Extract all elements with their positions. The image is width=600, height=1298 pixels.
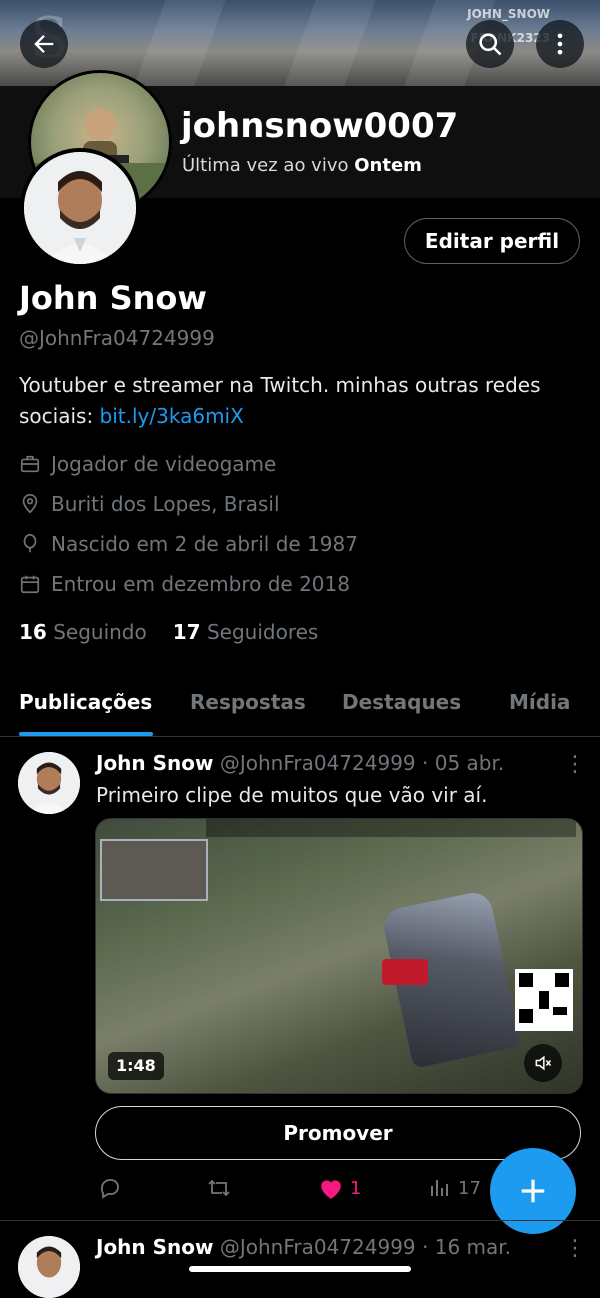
post-more-icon[interactable]: ⋮ — [564, 1236, 586, 1261]
like-count: 1 — [350, 1177, 362, 1199]
more-vertical-icon — [557, 33, 563, 55]
views-button[interactable]: 17 — [428, 1176, 481, 1200]
balloon-icon — [23, 534, 37, 553]
heart-filled-icon — [321, 1180, 341, 1199]
mute-button[interactable] — [524, 1044, 562, 1082]
bio-link[interactable]: bit.ly/3ka6miX — [100, 404, 244, 428]
active-tab-indicator — [19, 732, 153, 736]
back-button[interactable] — [20, 20, 68, 68]
promote-button[interactable]: Promover — [95, 1106, 581, 1160]
view-count: 17 — [458, 1177, 481, 1199]
video-weapon-light — [382, 959, 428, 985]
profile-join-date: Entrou em dezembro de 2018 — [19, 572, 350, 596]
post-avatar[interactable] — [18, 1236, 80, 1298]
arrow-left-icon — [34, 35, 54, 53]
location-pin-icon — [22, 494, 38, 514]
video-webcam-overlay — [100, 839, 208, 901]
post-header[interactable]: John Snow @JohnFra04724999 · 16 mar. — [96, 1235, 511, 1259]
post-more-icon[interactable]: ⋮ — [564, 752, 586, 777]
post-header[interactable]: John Snow @JohnFra04724999 · 05 abr. — [96, 751, 504, 775]
user-handle: @JohnFra04724999 — [19, 326, 215, 350]
post-video[interactable] — [95, 818, 583, 1094]
banner-art — [134, 0, 226, 86]
tab-publicacoes[interactable]: Publicações — [19, 690, 152, 714]
edit-profile-button[interactable]: Editar perfil — [404, 218, 580, 264]
reply-icon — [100, 1179, 119, 1199]
repost-icon — [208, 1179, 230, 1197]
like-button[interactable]: 1 — [318, 1176, 361, 1200]
tab-respostas[interactable]: Respostas — [190, 690, 306, 714]
header-username: johnsnow0007 — [181, 106, 459, 146]
home-indicator[interactable] — [189, 1266, 411, 1272]
profile-birthdate: Nascido em 2 de abril de 1987 — [19, 532, 358, 556]
avatar-face-art — [18, 1236, 80, 1298]
video-qr-code — [515, 969, 573, 1031]
video-game-hud — [206, 819, 576, 837]
post-divider — [0, 1220, 600, 1221]
follow-stats: 16 Seguindo 17 Seguidores — [19, 620, 318, 644]
following-link[interactable]: 16 Seguindo — [19, 620, 147, 644]
profile-avatar[interactable] — [20, 148, 140, 268]
speaker-muted-icon — [535, 1055, 552, 1071]
post-text: Primeiro clipe de muitos que vão vir aí. — [96, 783, 488, 807]
briefcase-icon — [20, 455, 40, 473]
bar-chart-icon — [431, 1180, 448, 1196]
display-name: John Snow — [19, 279, 207, 317]
repost-button[interactable] — [206, 1176, 232, 1200]
plus-icon — [521, 1179, 545, 1203]
compose-fab[interactable] — [490, 1148, 576, 1234]
calendar-icon — [20, 575, 40, 594]
profile-location: Buriti dos Lopes, Brasil — [19, 492, 280, 516]
avatar-face-art — [24, 152, 136, 264]
banner-art — [284, 0, 376, 86]
last-seen-status: Última vez ao vivo Ontem — [182, 155, 422, 176]
profile-tabs: Publicações Respostas Destaques Mídia — [0, 678, 600, 737]
post-avatar[interactable] — [18, 752, 80, 814]
avatar-face-art — [18, 752, 80, 814]
search-button[interactable] — [466, 20, 514, 68]
tab-destaques[interactable]: Destaques — [342, 690, 461, 714]
followers-link[interactable]: 17 Seguidores — [173, 620, 319, 644]
more-options-button[interactable] — [536, 20, 584, 68]
profile-bio: Youtuber e streamer na Twitch. minhas ou… — [19, 373, 541, 428]
search-icon — [479, 33, 502, 56]
tab-midia[interactable]: Mídia — [509, 690, 570, 714]
reply-button[interactable] — [98, 1176, 122, 1200]
video-duration: 1:48 — [108, 1052, 164, 1080]
profile-category: Jogador de videogame — [19, 452, 276, 476]
